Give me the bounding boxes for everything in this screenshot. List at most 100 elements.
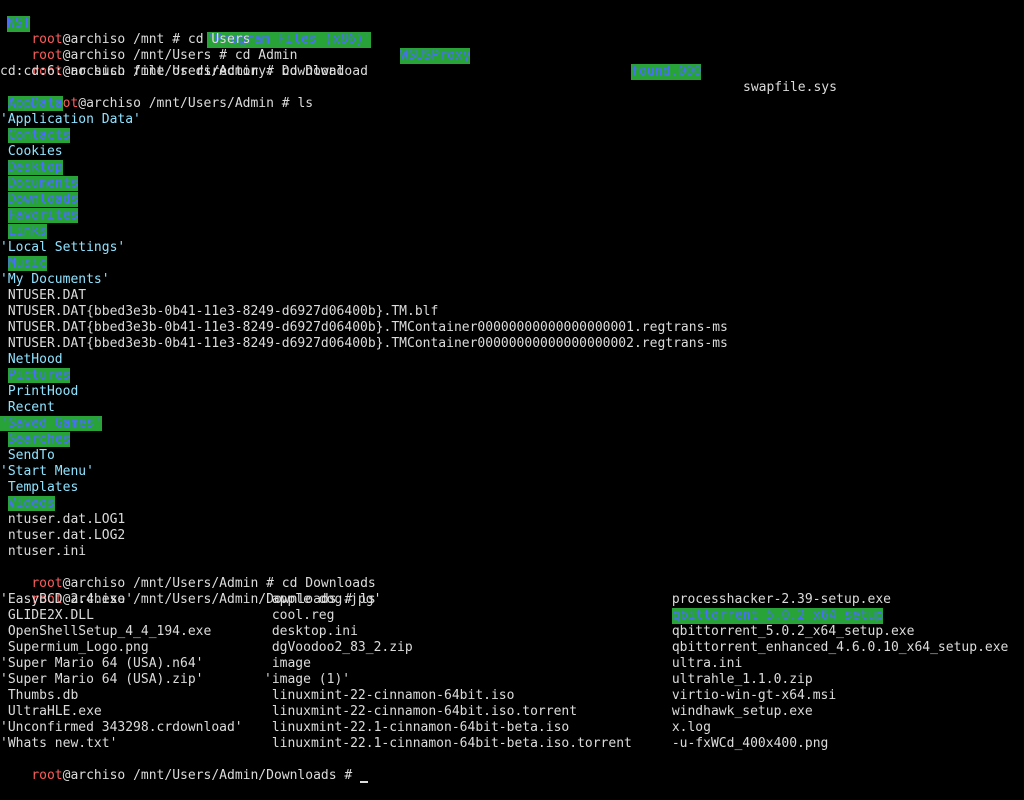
list-item-name: Documents (7, 176, 79, 191)
list-item-name: NTUSER.DAT (7, 288, 87, 303)
download-file: qbittorrent_enhanced_4.6.0.10_x64_setup.… (664, 640, 1009, 655)
download-file: 'image (1)' (264, 672, 351, 687)
download-file: virtio-win-gt-x64.msi (664, 688, 837, 703)
list-item: 'Application Data' (0, 112, 141, 128)
list-item-name: Videos (7, 496, 55, 511)
download-file: windhawk_setup.exe (664, 704, 813, 719)
list-item: Videos (0, 496, 55, 512)
list-item: Music (0, 256, 47, 272)
list-item-name: Contacts (7, 128, 71, 143)
download-file: -u-fxWCd_400x400.png (664, 736, 829, 751)
error-message: cd:cd:6: no such file or directory: Down… (0, 64, 345, 79)
list-item: Recent (0, 400, 55, 416)
list-item-name: SendTo (7, 448, 55, 463)
list-item-name: ntuser.dat.LOG2 (7, 528, 126, 543)
list-item: Cookies (0, 144, 63, 160)
prompt-host: @archiso (62, 768, 126, 783)
download-file: ultrahle_1.1.0.zip (664, 672, 813, 687)
list-item: Desktop (0, 160, 63, 176)
list-item: Templates (0, 480, 78, 496)
prompt-line: root@archiso /mnt/Users/Admin/Downloads … (0, 576, 375, 607)
list-item: PrintHood (0, 384, 78, 400)
download-file: linuxmint-22-cinnamon-64bit.iso (264, 688, 515, 703)
list-item: Documents (0, 176, 79, 192)
dir-entry: found.000 (631, 64, 702, 80)
download-file: Supermium_Logo.png (0, 640, 149, 655)
file-entry: swapfile.sys (743, 80, 837, 95)
download-file: 'apple dog.jpg' (264, 592, 382, 607)
download-file: UltraHLE.exe (0, 704, 102, 719)
list-item: Favorites (0, 208, 79, 224)
download-file: dgVoodoo2_83_2.zip (264, 640, 413, 655)
active-prompt-line[interactable]: root@archiso /mnt/Users/Admin/Downloads … (0, 752, 369, 783)
list-item-name: Pictures (7, 368, 71, 383)
list-item: Contacts (0, 128, 71, 144)
download-file: GLIDE2X.DLL (0, 608, 94, 623)
prompt-user: root (31, 768, 63, 783)
download-file: desktop.ini (264, 624, 358, 639)
list-item: NTUSER.DAT (0, 288, 86, 304)
list-item-name: 'Start Menu' (0, 464, 94, 479)
download-file: image (264, 656, 311, 671)
list-item: NTUSER.DAT{bbed3e3b-0b41-11e3-8249-d6927… (0, 336, 728, 352)
list-item-name: AppData (7, 96, 63, 111)
list-item: ntuser.dat.LOG1 (0, 512, 125, 528)
list-item: Links (0, 224, 47, 240)
list-item: 'Start Menu' (0, 464, 94, 480)
list-item: NetHood (0, 352, 63, 368)
command-text: ls (297, 96, 314, 111)
list-item-name: Music (7, 256, 47, 271)
text-cursor (360, 781, 369, 783)
prompt-host: @archiso (78, 96, 141, 111)
list-item: Pictures (0, 368, 71, 384)
list-item-name: Downloads (7, 192, 79, 207)
download-file: linuxmint-22.1-cinnamon-64bit-beta.iso (264, 720, 570, 735)
download-file: linuxmint-22-cinnamon-64bit.iso.torrent (264, 704, 578, 719)
list-item-name: Links (7, 224, 47, 239)
list-item: Downloads (0, 192, 79, 208)
list-item-name: NTUSER.DAT{bbed3e3b-0b41-11e3-8249-d6927… (7, 336, 728, 351)
dir-entry: WSUSProxy (400, 48, 471, 64)
terminal-window[interactable]: NST 'Program Files (x86)' WSUSProxy foun… (0, 0, 1024, 783)
download-file: 'Super Mario 64 (USA).zip' (0, 672, 204, 687)
list-item-name: 'Saved Games' (0, 416, 102, 431)
list-item-name: Cookies (7, 144, 63, 159)
download-file: 'Super Mario 64 (USA).n64' (0, 656, 204, 671)
list-item: 'Local Settings' (0, 240, 125, 256)
list-item: AppData (0, 96, 63, 112)
list-item-name: 'Local Settings' (0, 240, 126, 255)
list-item: ntuser.dat.LOG2 (0, 528, 125, 544)
download-file: Thumbs.db (0, 688, 79, 703)
download-file: 'EasyBCD 2.4.exe' (0, 592, 134, 607)
list-item: 'My Documents' (0, 272, 110, 288)
list-item: NTUSER.DAT{bbed3e3b-0b41-11e3-8249-d6927… (0, 304, 438, 320)
list-item: SendTo (0, 448, 55, 464)
list-item-name: NTUSER.DAT{bbed3e3b-0b41-11e3-8249-d6927… (7, 320, 728, 335)
list-item: Searches (0, 432, 71, 448)
list-item-name: NTUSER.DAT{bbed3e3b-0b41-11e3-8249-d6927… (7, 304, 439, 319)
prompt-path: /mnt/Users/Admin # (140, 96, 298, 111)
download-file: qbittorrent_5.0.2_x64_setup (672, 608, 884, 624)
list-item-name: NetHood (7, 352, 63, 367)
list-item-name: 'Application Data' (0, 112, 141, 127)
download-file: cool.reg (264, 608, 335, 623)
prompt-line: 1 root@archiso /mnt/Users/Admin # ls (0, 80, 313, 111)
download-file: OpenShellSetup_4_4_194.exe (0, 624, 212, 639)
prompt-line: root@archiso /mnt/Users/Admin # cd Downl… (0, 560, 375, 591)
download-file: linuxmint-22.1-cinnamon-64bit-beta.iso.t… (264, 736, 632, 751)
list-item: 'Saved Games' (0, 416, 102, 432)
prompt-line: root@archiso /mnt # cd Users (0, 16, 250, 47)
list-item-name: Favorites (7, 208, 79, 223)
list-item-name: 'My Documents' (0, 272, 110, 287)
list-item-name: Desktop (7, 160, 63, 175)
list-item-name: PrintHood (7, 384, 79, 399)
prompt-line: root@archiso /mnt/Users # cd Admin (0, 32, 297, 63)
download-file: 'Unconfirmed 343298.crdownload' (0, 720, 243, 735)
list-item-name: Recent (7, 400, 55, 415)
prompt-line: root@archiso /mnt/Users/Admin # cd Downl… (0, 48, 368, 79)
list-item: ntuser.ini (0, 544, 86, 560)
list-item-name: ntuser.dat.LOG1 (7, 512, 126, 527)
download-file: 'Whats new.txt' (0, 736, 118, 751)
prompt-path: /mnt/Users/Admin/Downloads # (125, 768, 361, 783)
list-item: NTUSER.DAT{bbed3e3b-0b41-11e3-8249-d6927… (0, 320, 728, 336)
